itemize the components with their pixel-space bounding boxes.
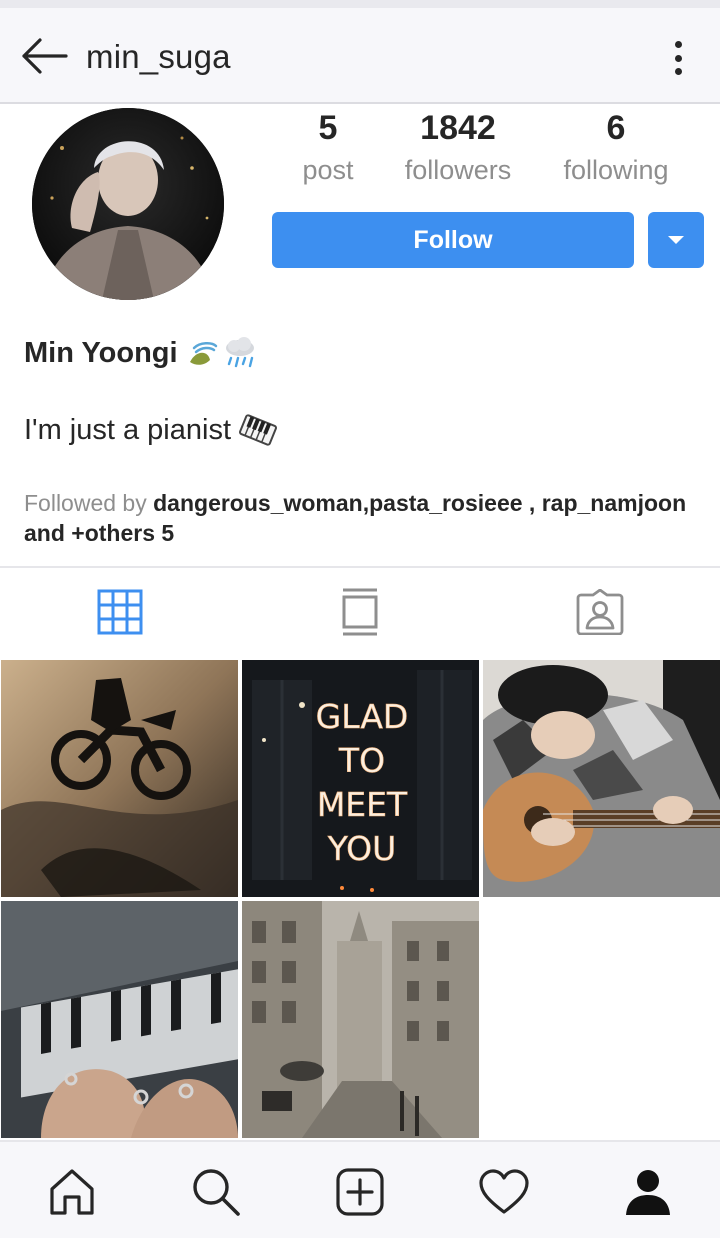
back-button[interactable] [18, 34, 74, 78]
bottom-navigation [0, 1140, 720, 1238]
post-image-piano-keys [1, 901, 238, 1138]
nav-search[interactable] [188, 1164, 244, 1220]
followed-by-others[interactable]: and +others 5 [24, 520, 174, 546]
tagged-person-icon [576, 589, 624, 635]
tab-tagged-view[interactable] [480, 568, 720, 656]
followed-by-prefix: Followed by [24, 490, 154, 516]
tab-feed-view[interactable] [240, 568, 480, 656]
following-label: following [563, 155, 669, 185]
bio-text: I'm just a pianist [24, 413, 232, 446]
post-image-guitar [483, 660, 720, 897]
nav-activity[interactable] [476, 1164, 532, 1220]
caret-down-icon [668, 236, 684, 244]
neon-text-line-2: TO [338, 741, 385, 780]
post-thumbnail[interactable] [483, 660, 720, 897]
home-icon [50, 1169, 94, 1215]
following-count: 6 [606, 109, 626, 147]
status-bar [0, 0, 720, 8]
post-thumbnail[interactable] [1, 660, 238, 897]
profile-stats: 5 post 1842 followers 6 following [272, 108, 702, 194]
posts-count: 5 [318, 109, 338, 147]
suggestions-dropdown-button[interactable] [648, 212, 704, 268]
stat-followers[interactable]: 1842 followers [392, 108, 524, 192]
neon-text-line-1: GLAD [316, 697, 409, 736]
post-image-neon-sign: GLAD TO MEET YOU [242, 660, 479, 897]
stat-posts[interactable]: 5 post [272, 108, 384, 192]
arrow-left-icon [22, 38, 68, 74]
profile-view-tabs [0, 568, 720, 656]
neon-text-line-3: MEET [317, 785, 408, 824]
heart-icon [479, 1169, 529, 1214]
followed-by-names[interactable]: dangerous_woman,pasta_rosieee , rap_namj… [153, 490, 686, 516]
add-post-icon [336, 1168, 384, 1216]
nav-profile[interactable] [620, 1164, 676, 1220]
feed-list-icon [342, 588, 378, 636]
follow-button[interactable]: Follow [272, 212, 634, 268]
post-thumbnail[interactable] [1, 901, 238, 1138]
nav-new-post[interactable] [332, 1164, 388, 1220]
full-name-text: Min Yoongi [24, 336, 178, 369]
profile-icon [626, 1170, 670, 1215]
top-app-bar: min_suga [0, 8, 720, 104]
rain-cloud-emoji [225, 337, 254, 368]
profile-bio: I'm just a pianist [24, 412, 277, 448]
tab-grid-view[interactable] [0, 568, 240, 656]
neon-text-line-4: YOU [327, 829, 396, 868]
search-icon [193, 1169, 240, 1216]
followers-label: followers [404, 155, 512, 185]
more-vertical-icon [674, 41, 682, 48]
grid-icon [97, 589, 143, 635]
nav-home[interactable] [44, 1164, 100, 1220]
post-image-motorcycle [1, 660, 238, 897]
profile-full-name: Min Yoongi [24, 336, 258, 370]
followers-count: 1842 [420, 109, 496, 147]
post-image-street [242, 901, 479, 1138]
wind-leaf-emoji [189, 342, 217, 365]
posts-label: post [302, 155, 354, 185]
posts-grid: GLAD TO MEET YOU [0, 660, 720, 1138]
more-options-button[interactable] [666, 38, 690, 78]
stat-following[interactable]: 6 following [554, 108, 678, 192]
piano-emoji [239, 414, 277, 446]
post-thumbnail[interactable]: GLAD TO MEET YOU [242, 660, 479, 897]
followed-by-text[interactable]: Followed by dangerous_woman,pasta_rosiee… [24, 488, 704, 548]
profile-avatar[interactable] [32, 108, 224, 300]
post-thumbnail[interactable] [242, 901, 479, 1138]
profile-username: min_suga [86, 38, 231, 75]
